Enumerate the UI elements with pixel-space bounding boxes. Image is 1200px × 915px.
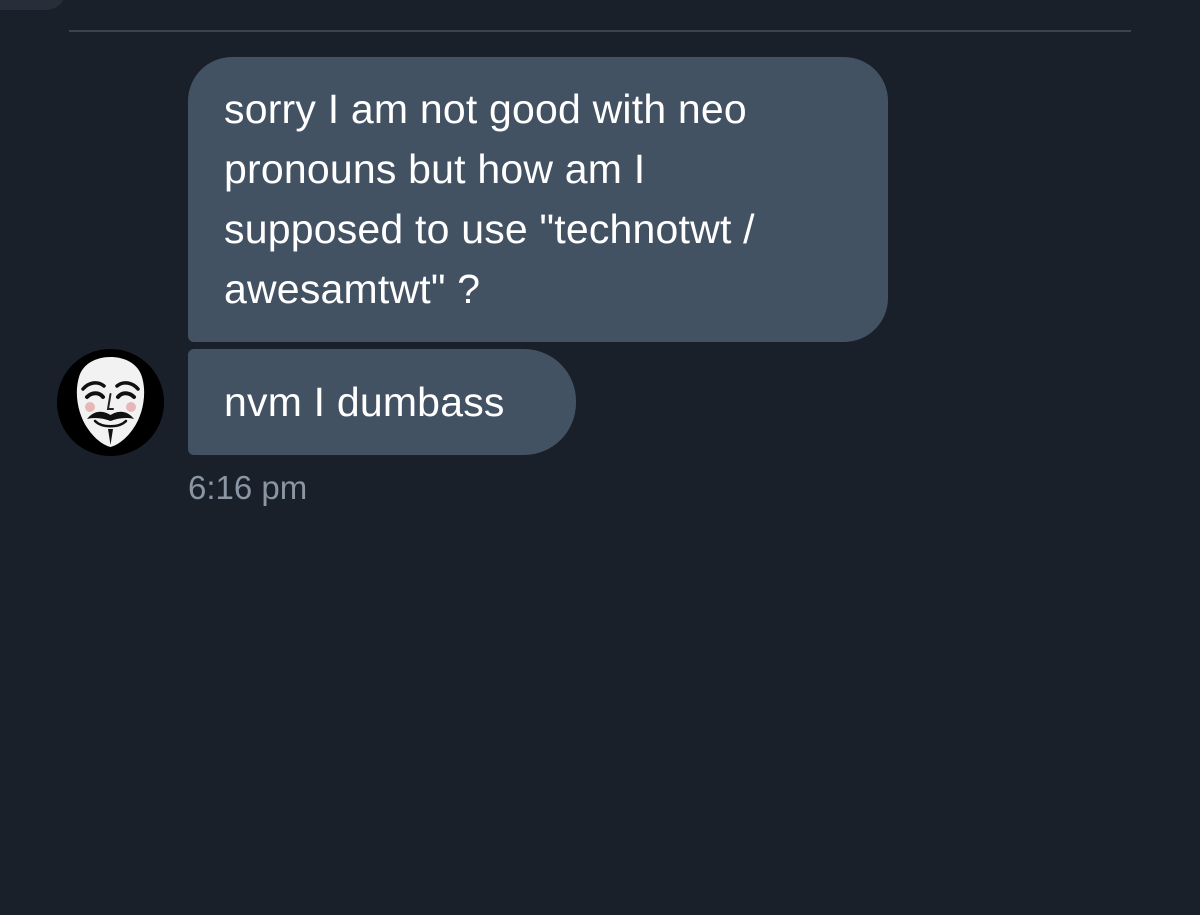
top-corner-fragment <box>0 0 66 10</box>
conversation-divider <box>69 30 1131 32</box>
message-bubble[interactable]: sorry I am not good with neo pronouns bu… <box>188 57 888 342</box>
message-timestamp: 6:16 pm <box>188 469 308 506</box>
guy-fawkes-mask-icon <box>57 349 164 456</box>
dm-conversation: sorry I am not good with neo pronouns bu… <box>0 0 1200 915</box>
avatar[interactable] <box>57 349 164 456</box>
message-bubble[interactable]: nvm I dumbass <box>188 349 576 455</box>
